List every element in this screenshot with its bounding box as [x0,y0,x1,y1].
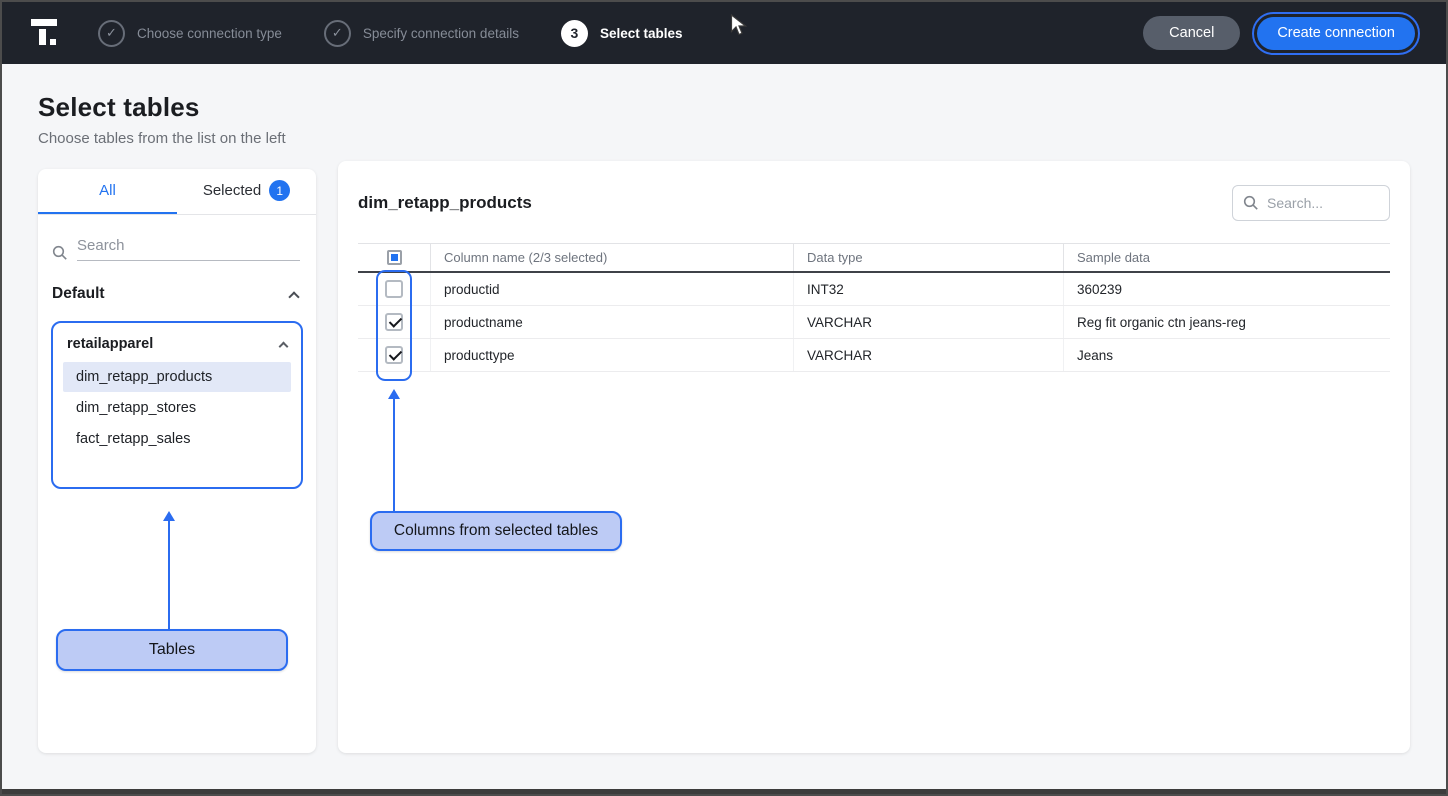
search-icon [52,245,68,261]
columns-table: Column name (2/3 selected) Data type Sam… [358,243,1390,372]
step-specify-connection-details[interactable]: ✓ Specify connection details [324,20,519,47]
step-label: Specify connection details [363,26,519,41]
table-row: producttype VARCHAR Jeans [358,339,1390,372]
content-area: All Selected 1 Default [2,161,1446,753]
column-name-cell: producttype [430,339,793,371]
column-name-cell: productid [430,273,793,305]
columns-annotation-arrow [387,389,401,511]
cancel-button[interactable]: Cancel [1143,16,1240,50]
sidebar-search [38,215,316,261]
chevron-up-icon [288,291,299,302]
tab-all-label: All [99,182,116,199]
columns-panel-header: dim_retapp_products [358,185,1390,221]
app-window: ✓ Choose connection type ✓ Specify conne… [0,0,1448,796]
step-label: Choose connection type [137,26,282,41]
table-row: productname VARCHAR Reg fit organic ctn … [358,306,1390,339]
thoughtspot-logo-icon [28,16,62,50]
wizard-topbar: ✓ Choose connection type ✓ Specify conne… [2,2,1446,64]
step-done-check-icon: ✓ [98,20,125,47]
schema-label: retailapparel [67,336,153,352]
table-list-item[interactable]: dim_retapp_products [63,362,291,392]
group-default-label: Default [52,285,105,303]
tables-annotation-label: Tables [56,629,288,671]
search-icon [1243,195,1259,211]
select-all-checkbox[interactable] [387,250,402,265]
mouse-cursor [730,14,747,37]
selected-count-badge: 1 [269,180,290,201]
step-number: 3 [561,20,588,47]
row-checkbox[interactable] [385,346,403,364]
schema-retailapparel[interactable]: retailapparel [53,323,301,361]
data-type-cell: VARCHAR [793,306,1063,338]
step-select-tables[interactable]: 3 Select tables [561,20,683,47]
sidebar-search-input[interactable] [77,237,300,254]
wizard-steps: ✓ Choose connection type ✓ Specify conne… [98,20,683,47]
tab-selected[interactable]: Selected 1 [177,169,316,214]
tables-annotation-arrow [162,511,176,629]
columns-annotation-label: Columns from selected tables [370,511,622,551]
arrow-up-icon [388,389,400,399]
sample-data-cell: 360239 [1063,273,1390,305]
data-type-cell: VARCHAR [793,339,1063,371]
window-bottom-edge [2,789,1446,794]
tab-all[interactable]: All [38,169,177,214]
chevron-up-icon [279,342,289,352]
sample-data-cell: Reg fit organic ctn jeans-reg [1063,306,1390,338]
column-name-header: Column name (2/3 selected) [430,244,793,271]
page-title: Select tables [38,92,1410,123]
row-checkbox[interactable] [385,280,403,298]
tab-selected-label: Selected [203,182,261,199]
arrow-up-icon [163,511,175,521]
sidebar-tabs: All Selected 1 [38,169,316,215]
data-type-header: Data type [793,244,1063,271]
row-checkbox[interactable] [385,313,403,331]
step-choose-connection-type[interactable]: ✓ Choose connection type [98,20,282,47]
table-list-item[interactable]: fact_retapp_sales [63,424,291,454]
selected-table-title: dim_retapp_products [358,193,532,213]
table-list-item[interactable]: dim_retapp_stores [63,393,291,423]
page-subtitle: Choose tables from the list on the left [38,130,1410,147]
data-type-cell: INT32 [793,273,1063,305]
tables-sidebar: All Selected 1 Default [38,169,316,753]
sample-data-header: Sample data [1063,244,1390,271]
group-default[interactable]: Default [38,261,316,319]
columns-search [1232,185,1390,221]
table-row: productid INT32 360239 [358,273,1390,306]
schema-annotation-outline: retailapparel dim_retapp_products dim_re… [51,321,303,489]
column-name-cell: productname [430,306,793,338]
step-label: Select tables [600,26,683,41]
create-connection-button[interactable]: Create connection [1257,17,1415,50]
step-done-check-icon: ✓ [324,20,351,47]
columns-panel: dim_retapp_products Column [338,161,1410,753]
create-connection-highlight: Create connection [1252,12,1420,55]
columns-table-header: Column name (2/3 selected) Data type Sam… [358,244,1390,273]
sample-data-cell: Jeans [1063,339,1390,371]
page-header: Select tables Choose tables from the lis… [2,64,1446,161]
columns-search-input[interactable] [1267,195,1379,211]
